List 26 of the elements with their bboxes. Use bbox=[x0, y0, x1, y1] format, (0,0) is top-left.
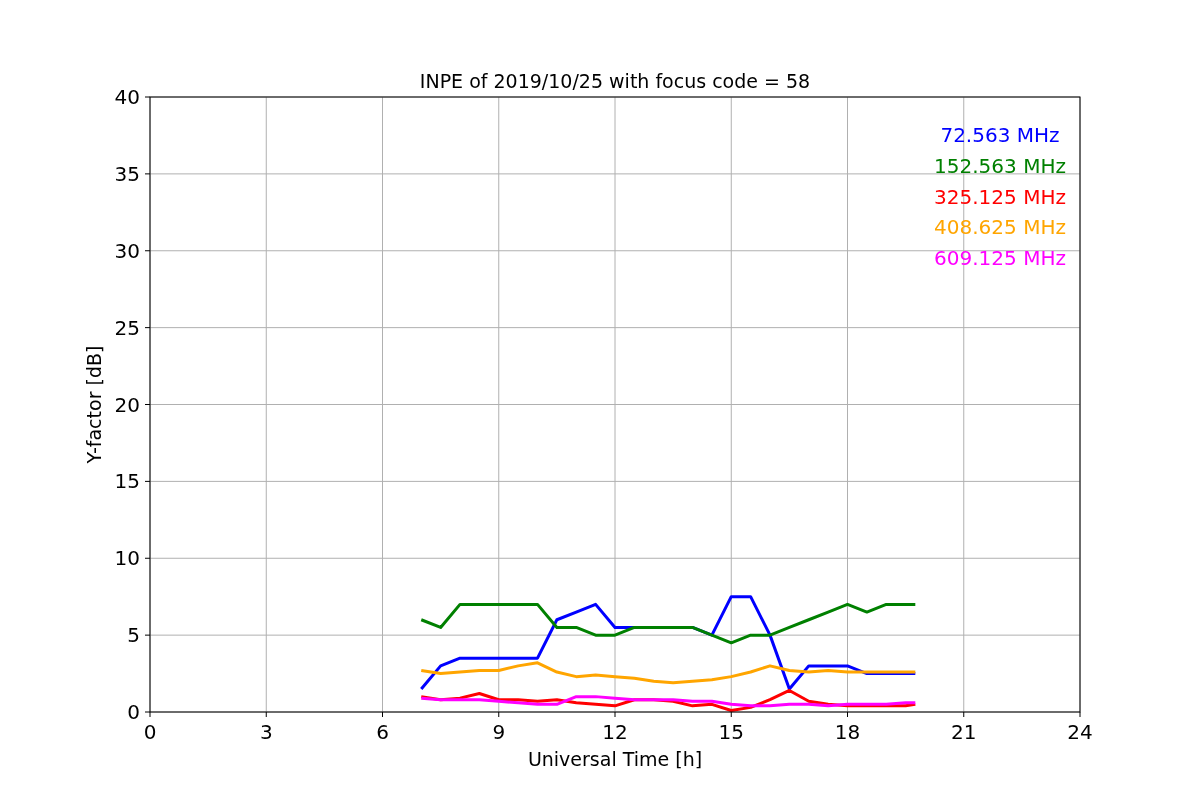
y-tick-label: 5 bbox=[127, 623, 140, 648]
x-axis-label: Universal Time [h] bbox=[527, 748, 703, 770]
legend-label: 609.125 MHz bbox=[934, 246, 1066, 271]
y-tick-label: 20 bbox=[114, 392, 140, 417]
y-tick-label: 35 bbox=[114, 161, 140, 186]
x-tick-label: 0 bbox=[143, 720, 157, 744]
y-tick-label: 25 bbox=[114, 315, 140, 340]
x-tick-label: 6 bbox=[376, 720, 389, 744]
y-tick-label: 15 bbox=[114, 469, 140, 494]
x-tick-label: 24 bbox=[1067, 720, 1093, 744]
x-tick-label: 21 bbox=[951, 720, 977, 744]
x-tick-label: 9 bbox=[492, 720, 506, 744]
y-tick-label: 0 bbox=[127, 700, 140, 724]
x-tick-label: 3 bbox=[259, 720, 273, 744]
chart-title: INPE of 2019/10/25 with focus code = 58 bbox=[419, 70, 811, 92]
y-tick-label: 30 bbox=[114, 238, 140, 263]
y-tick-label: 10 bbox=[114, 546, 140, 571]
x-tick-label: 12 bbox=[602, 720, 628, 744]
x-tick-label: 18 bbox=[834, 720, 861, 744]
y-tick-label: 40 bbox=[114, 85, 140, 109]
y-axis-label: Y-factor [dB] bbox=[83, 345, 105, 464]
legend-label: 72.563 MHz bbox=[940, 123, 1060, 147]
legend-label: 152.563 MHz bbox=[934, 153, 1066, 178]
legend-label: 325.125 MHz bbox=[934, 184, 1066, 209]
x-tick-label: 15 bbox=[718, 720, 744, 744]
legend-label: 408.625 MHz bbox=[934, 215, 1066, 240]
